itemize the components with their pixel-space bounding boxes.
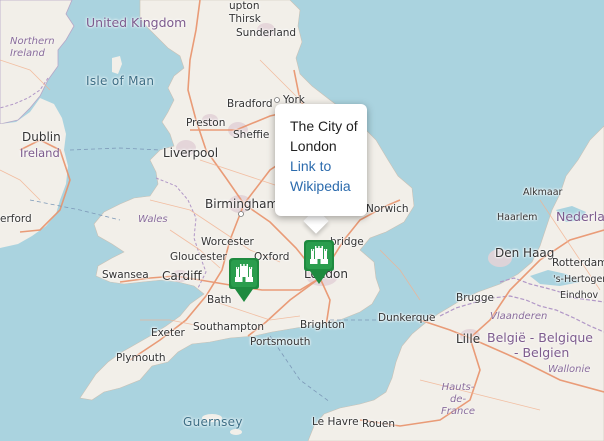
label-alkmaar: Alkmaar <box>523 187 563 198</box>
label-haarlem: Haarlem <box>497 212 538 223</box>
label-dublin: Dublin <box>22 130 61 144</box>
popup-title: The City of London <box>290 118 358 154</box>
label-brighton: Brighton <box>300 319 345 331</box>
label-lille: Lille <box>456 332 481 346</box>
label-northern-ireland: Northern Ireland <box>10 36 55 59</box>
info-popup: The City of London Link to Wikipedia <box>275 104 367 216</box>
wikipedia-link[interactable]: Link to Wikipedia <box>290 158 351 194</box>
label-wallonie: Wallonie <box>548 364 591 375</box>
label-hauts-de-france: Hauts-de-France <box>441 382 475 417</box>
marker-bath[interactable] <box>229 256 259 302</box>
label-belgien: - Belgien <box>514 345 570 360</box>
label-gloucester: Gloucester <box>170 251 227 263</box>
label-dunkerque: Dunkerque <box>378 312 436 324</box>
label-oxford: Oxford <box>254 251 290 263</box>
label-wales: Wales <box>138 214 168 225</box>
label-vlaanderen: Vlaanderen <box>490 311 548 322</box>
label-cardiff: Cardiff <box>162 269 202 283</box>
label-united-kingdom: United Kingdom <box>86 15 187 30</box>
label-southampton: Southampton <box>193 321 265 333</box>
label-guernsey: Guernsey <box>183 415 243 429</box>
label-ireland: Ireland <box>20 146 60 160</box>
label-rotterdam: Rotterdam <box>552 257 604 269</box>
castle-icon <box>229 258 259 302</box>
label-bath: Bath <box>207 294 232 306</box>
label-liverpool: Liverpool <box>163 146 219 160</box>
label-preston: Preston <box>186 117 226 129</box>
popup-content: The City of London Link to Wikipedia <box>290 116 360 196</box>
label-cambridge: bridge <box>330 236 364 248</box>
label-sheffield: Sheffie <box>233 129 270 141</box>
label-nederland: Nederla <box>556 209 604 224</box>
label-upton-thirsk: upton Thirsk <box>229 0 261 25</box>
label-birmingham: Birmingham <box>205 197 279 211</box>
label-wexford: erford <box>0 213 32 225</box>
label-worcester: Worcester <box>201 236 254 248</box>
label-sunderland: Sunderland <box>236 27 297 39</box>
label-bradford: Bradford <box>227 98 273 110</box>
map-canvas[interactable]: United Kingdom Northern Ireland upton Th… <box>0 0 604 441</box>
castle-icon <box>304 240 334 284</box>
label-brugge: Brugge <box>456 292 494 304</box>
label-exeter: Exeter <box>151 327 185 339</box>
marker-london[interactable] <box>304 238 334 284</box>
label-swansea: Swansea <box>102 269 149 281</box>
label-plymouth: Plymouth <box>116 352 166 364</box>
label-rouen: Rouen <box>362 418 396 430</box>
label-norwich: Norwich <box>366 203 409 215</box>
label-den-haag: Den Haag <box>495 246 555 260</box>
label-belgie-belgique: België - Belgique <box>487 330 593 345</box>
label-le-havre: Le Havre <box>312 416 359 428</box>
label-s-hertogenbosch: 's-Hertogenbosc <box>553 274 604 285</box>
label-portsmouth: Portsmouth <box>250 336 311 348</box>
label-eindhoven: Eindhov <box>560 290 599 301</box>
label-isle-of-man: Isle of Man <box>86 74 155 88</box>
